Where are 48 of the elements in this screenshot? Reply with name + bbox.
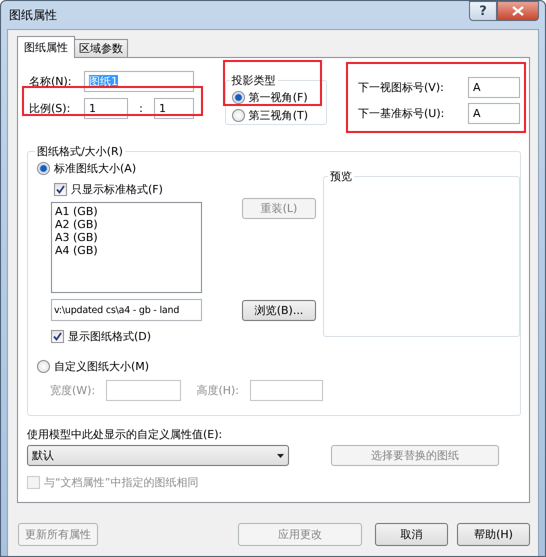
radio-button[interactable] (232, 90, 245, 104)
field-label: 下一基准标号(U): (358, 106, 446, 120)
close-button[interactable] (497, 1, 539, 21)
window-title: 图纸属性 (9, 7, 57, 24)
tab[interactable]: 图纸属性 (17, 36, 75, 58)
field-label: 使用模型中此处显示的自定义属性值(E): (27, 427, 224, 442)
checkbox-label: 与“文档属性”中指定的图纸相同 (44, 474, 198, 490)
checkmark-icon (56, 184, 65, 194)
field-label: 高度(H): (196, 383, 240, 398)
list-item[interactable]: A3 (GB) (55, 231, 198, 244)
radio-button[interactable] (37, 360, 50, 372)
field-label: 名称(N): (29, 74, 73, 88)
radio-label: 第一视角(F) (248, 90, 308, 104)
width-field[interactable] (106, 380, 182, 401)
radio-label: 标准图纸大小(A) (54, 160, 136, 176)
radio-label: 第三视角(T) (248, 108, 308, 122)
field-label: 下一视图标号(V): (358, 80, 445, 94)
radio-button[interactable] (232, 108, 245, 122)
checkbox[interactable] (54, 182, 67, 196)
checkbox[interactable] (51, 330, 64, 342)
field-label: 宽度(W): (50, 383, 96, 398)
label-field[interactable]: A (468, 76, 520, 98)
scale-field[interactable]: 1 (154, 98, 194, 118)
dropdown-arrow-icon (277, 454, 284, 458)
tab[interactable]: 区域参数 (74, 39, 128, 57)
scale-field[interactable]: 1 (84, 98, 128, 118)
checkmark-icon (53, 332, 62, 340)
checkbox-label: 显示图纸格式(D) (68, 328, 152, 344)
group-label: 预览 (329, 169, 353, 184)
checkbox-label: 只显示标准格式(F) (71, 182, 163, 196)
field-label: 比例(S): (29, 100, 72, 116)
list-item[interactable]: A4 (GB) (55, 244, 198, 257)
close-icon (512, 6, 524, 16)
group-label: 图纸格式/大小(R) (36, 144, 124, 159)
help-button[interactable]: ? (469, 1, 497, 21)
path-field[interactable]: v:\updated cs\a4 - gb - land (51, 299, 202, 321)
ratio-separator: : (138, 102, 144, 114)
dialog-button[interactable]: 帮助(H) (457, 523, 530, 546)
browse-button[interactable]: 浏览(B)... (242, 300, 316, 320)
radio-label: 自定义图纸大小(M) (54, 358, 150, 374)
dialog-button[interactable]: 取消 (375, 523, 448, 546)
radio-button[interactable] (37, 162, 50, 174)
group-label: 投影类型 (230, 73, 277, 88)
height-field[interactable] (250, 380, 324, 401)
list-item[interactable]: A2 (GB) (55, 218, 198, 231)
property-dropdown[interactable]: 默认 (27, 445, 289, 466)
list-item[interactable]: A1 (GB) (55, 205, 198, 218)
label-field[interactable]: A (468, 102, 520, 124)
